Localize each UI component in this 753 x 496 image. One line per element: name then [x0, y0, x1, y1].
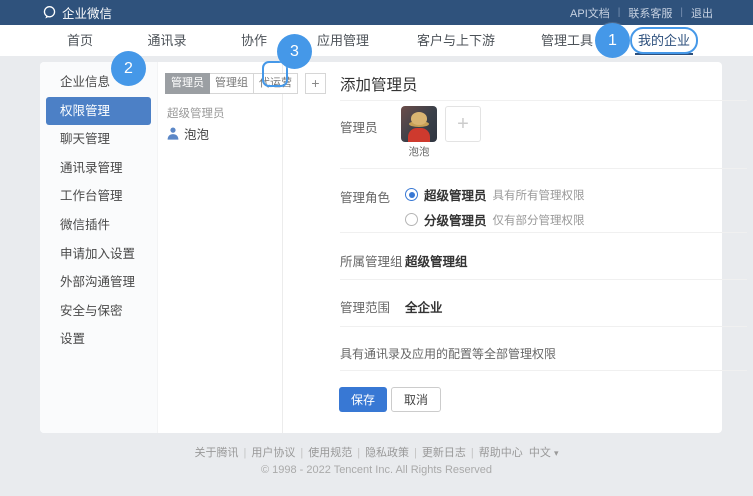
selected-admin-name: 泡泡: [401, 144, 437, 159]
tab-admins[interactable]: 管理员: [165, 73, 210, 94]
admin-list-column: 管理员 管理组 代运营 + 超级管理员 泡泡: [157, 62, 283, 433]
separator: |: [618, 7, 621, 18]
nav-item-contacts[interactable]: 通讯录: [147, 25, 186, 56]
active-tab-underline: [635, 53, 693, 55]
footer-link-privacy[interactable]: 隐私政策: [365, 447, 409, 459]
copyright: © 1998 - 2022 Tencent Inc. All Rights Re…: [0, 464, 753, 476]
sidebar-item-permissions[interactable]: 权限管理: [46, 97, 151, 126]
sidebar-item-settings[interactable]: 设置: [40, 325, 157, 354]
footer-link-changelog[interactable]: 更新日志: [422, 447, 466, 459]
divider: [340, 100, 747, 101]
divider: [340, 279, 747, 280]
selected-admin-avatar[interactable]: [401, 106, 437, 142]
admin-member-row[interactable]: 泡泡: [167, 124, 209, 143]
chat-bubble-icon: [42, 5, 57, 20]
settings-panel: 企业信息 权限管理 聊天管理 通讯录管理 工作台管理 微信插件 申请加入设置 外…: [40, 62, 722, 433]
api-docs-link[interactable]: API文档: [570, 5, 610, 21]
divider: [340, 232, 747, 233]
page-title: 添加管理员: [340, 73, 418, 95]
person-icon: [167, 127, 179, 140]
permissions-note: 具有通讯录及应用的配置等全部管理权限: [340, 345, 556, 362]
logout-link[interactable]: 退出: [691, 5, 713, 21]
save-button[interactable]: 保存: [339, 387, 387, 412]
topbar-links: API文档 | 联系客服 | 退出: [570, 5, 713, 21]
app-logo-text: 企业微信: [62, 3, 112, 22]
sidebar-item-join-settings[interactable]: 申请加入设置: [40, 240, 157, 269]
content-area: 企业信息 权限管理 聊天管理 通讯录管理 工作台管理 微信插件 申请加入设置 外…: [0, 56, 753, 496]
annotation-step-1-badge: 1: [595, 23, 630, 58]
sidebar-item-wechat-plugin[interactable]: 微信插件: [40, 211, 157, 240]
footer-links: 关于腾讯|用户协议|使用规范|隐私政策|更新日志|帮助中心 中文 ▾: [0, 444, 753, 460]
app-logo[interactable]: 企业微信: [42, 3, 112, 22]
footer-link-about[interactable]: 关于腾讯: [194, 447, 238, 459]
nav-item-home[interactable]: 首页: [67, 25, 93, 56]
group-field-value: 超级管理组: [405, 251, 468, 270]
admin-member-name: 泡泡: [184, 124, 209, 143]
contact-support-link[interactable]: 联系客服: [628, 5, 672, 21]
divider: [340, 326, 747, 327]
page-footer: 关于腾讯|用户协议|使用规范|隐私政策|更新日志|帮助中心 中文 ▾ © 199…: [0, 444, 753, 476]
annotation-step-2-badge: 2: [111, 51, 146, 86]
top-bar: 企业微信 API文档 | 联系客服 | 退出: [0, 0, 753, 25]
radio-unselected-icon[interactable]: [405, 213, 418, 226]
add-admin-member-button[interactable]: +: [445, 106, 481, 142]
cancel-button[interactable]: 取消: [391, 387, 441, 412]
radio-super-admin[interactable]: 超级管理员 具有所有管理权限: [405, 185, 585, 204]
sidebar-item-workbench-mgmt[interactable]: 工作台管理: [40, 182, 157, 211]
tab-admin-groups[interactable]: 管理组: [209, 73, 254, 94]
footer-link-terms[interactable]: 用户协议: [251, 447, 295, 459]
footer-link-usage[interactable]: 使用规范: [308, 447, 352, 459]
sidebar-item-chat-mgmt[interactable]: 聊天管理: [40, 125, 157, 154]
role-field-label: 管理角色: [340, 187, 390, 206]
footer-link-help[interactable]: 帮助中心: [479, 447, 523, 459]
nav-item-customers[interactable]: 客户与上下游: [417, 25, 495, 56]
caret-down-icon: ▾: [554, 448, 559, 458]
nav-item-apps[interactable]: 应用管理: [317, 25, 369, 56]
group-field-label: 所属管理组: [340, 251, 403, 270]
admin-group-label: 超级管理员: [167, 105, 225, 121]
sidebar-item-contacts-mgmt[interactable]: 通讯录管理: [40, 154, 157, 183]
nav-item-my-company[interactable]: 我的企业: [638, 25, 690, 56]
sidebar-item-security[interactable]: 安全与保密: [40, 297, 157, 326]
radio-sub-admin[interactable]: 分级管理员 仅有部分管理权限: [405, 210, 585, 229]
annotation-step-3-badge: 3: [277, 34, 312, 69]
sidebar-item-external-comm[interactable]: 外部沟通管理: [40, 268, 157, 297]
settings-sidebar: 企业信息 权限管理 聊天管理 通讯录管理 工作台管理 微信插件 申请加入设置 外…: [40, 62, 157, 433]
scope-field-value: 全企业: [405, 297, 443, 316]
admin-field-label: 管理员: [340, 117, 378, 136]
divider: [340, 370, 747, 371]
add-admin-form: 添加管理员 管理员 泡泡 + 管理角色 超级管理员 具有所有管理权限 分级管理员…: [283, 62, 722, 433]
language-selector[interactable]: 中文 ▾: [526, 447, 559, 459]
nav-item-collab[interactable]: 协作: [241, 25, 267, 56]
nav-item-tools[interactable]: 管理工具: [541, 25, 593, 56]
scope-field-label: 管理范围: [340, 297, 390, 316]
main-nav: 首页 通讯录 协作 应用管理 客户与上下游 管理工具 我的企业: [0, 25, 753, 56]
separator: |: [680, 7, 683, 18]
divider: [340, 168, 747, 169]
radio-selected-icon[interactable]: [405, 188, 418, 201]
